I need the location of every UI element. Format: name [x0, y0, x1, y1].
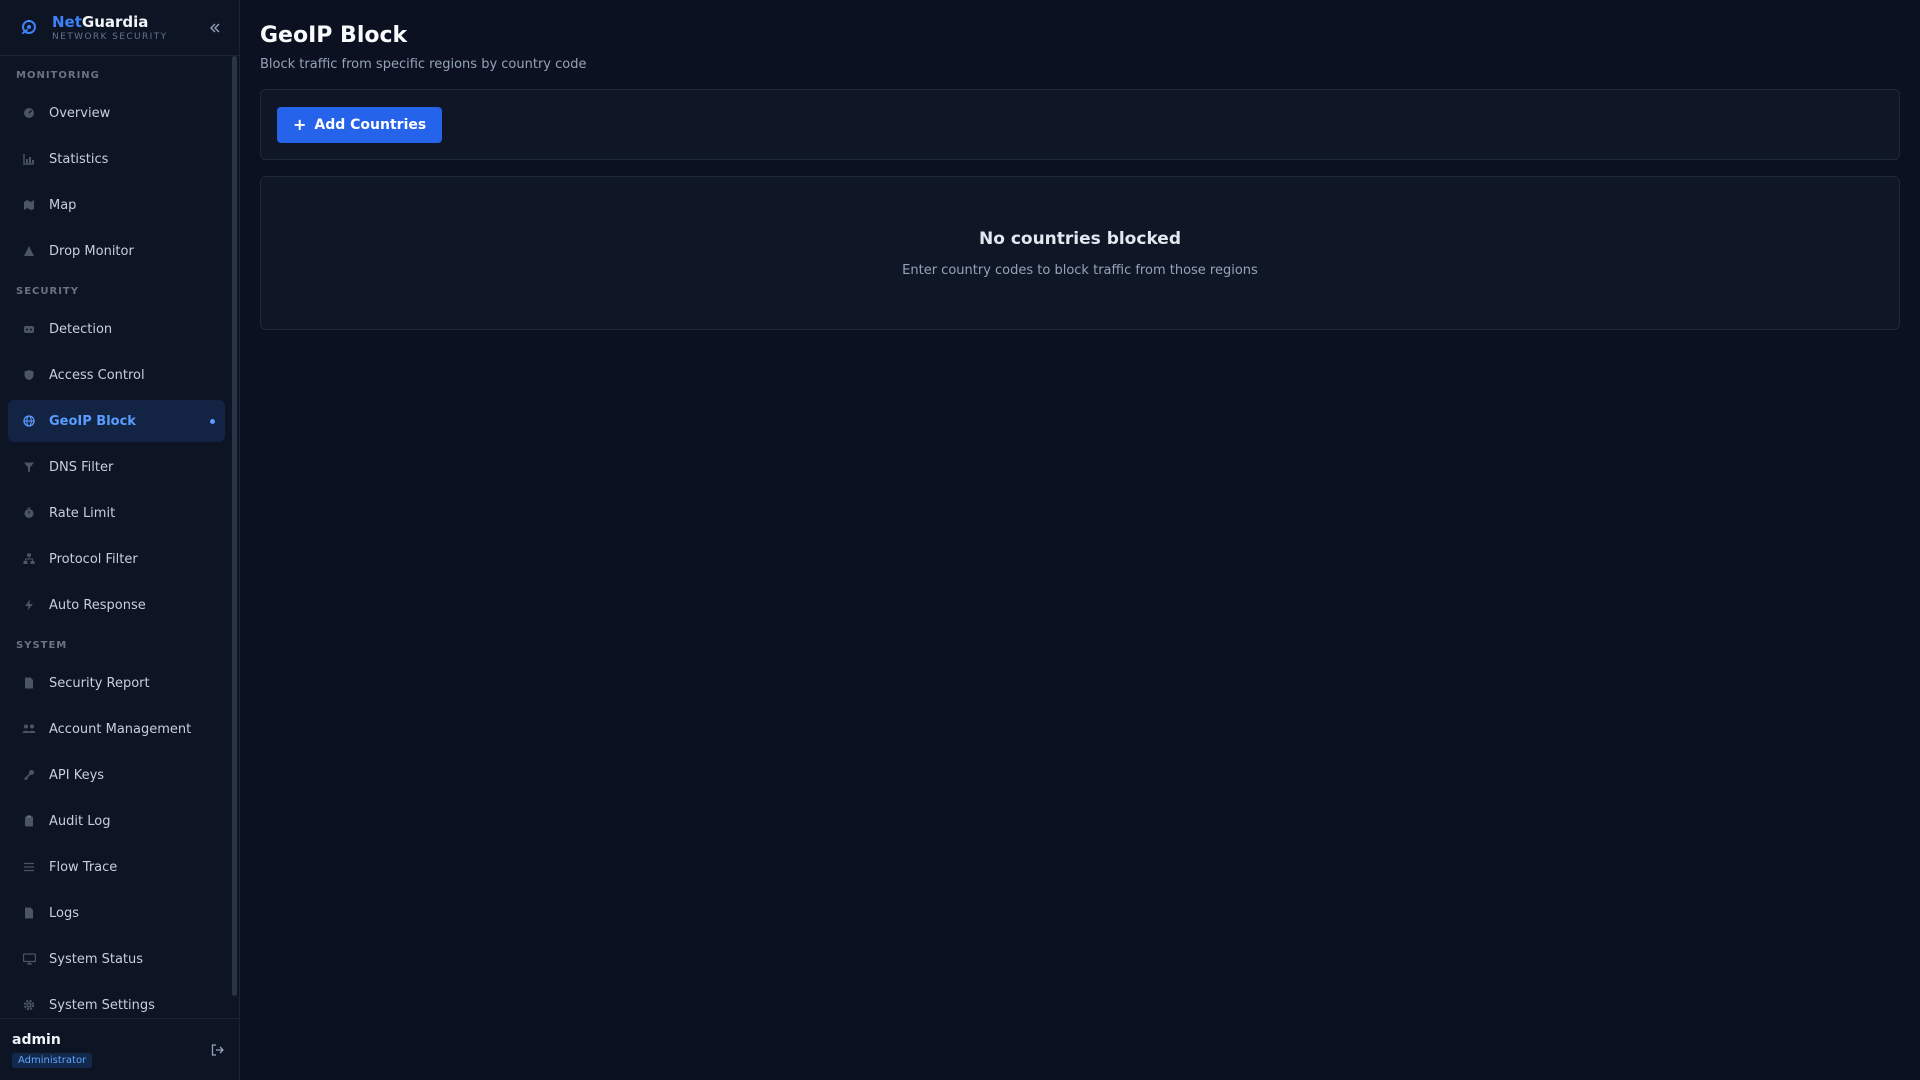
sidebar-item-access-control[interactable]: Access Control — [8, 354, 225, 396]
user-footer: admin Administrator — [0, 1018, 239, 1080]
sidebar-item-overview[interactable]: Overview — [8, 92, 225, 134]
sidebar-item-label: Security Report — [49, 675, 150, 691]
brand-text: NetGuardia NETWORK SECURITY — [52, 13, 205, 42]
sidebar-nav: MONITORING Overview Statistics Map Drop … — [0, 56, 239, 1018]
logout-button[interactable] — [207, 1040, 227, 1060]
lightning-icon — [22, 598, 36, 612]
sidebar-item-dns-filter[interactable]: DNS Filter — [8, 446, 225, 488]
users-icon — [22, 722, 36, 736]
bar-chart-icon — [22, 152, 36, 166]
page-title: GeoIP Block — [260, 23, 408, 48]
toolbar-card: + Add Countries — [260, 89, 1900, 160]
sidebar-item-drop-monitor[interactable]: Drop Monitor — [8, 230, 225, 272]
user-name: admin — [12, 1031, 61, 1048]
collapse-sidebar-button[interactable] — [205, 18, 225, 38]
main-content: GeoIP Block Block traffic from specific … — [240, 0, 1920, 1080]
sidebar-item-label: Drop Monitor — [49, 243, 134, 259]
brand-subtitle: NETWORK SECURITY — [52, 32, 168, 42]
brand-header: NetGuardia NETWORK SECURITY — [0, 0, 239, 56]
section-label-system: SYSTEM — [16, 640, 68, 651]
sidebar-item-label: Audit Log — [49, 813, 111, 829]
sidebar-item-api-keys[interactable]: API Keys — [8, 754, 225, 796]
page-subtitle: Block traffic from specific regions by c… — [260, 57, 587, 72]
sidebar-item-auto-response[interactable]: Auto Response — [8, 584, 225, 626]
sidebar-item-security-report[interactable]: Security Report — [8, 662, 225, 704]
sidebar-item-label: Map — [49, 197, 77, 213]
sidebar-item-label: API Keys — [49, 767, 105, 783]
map-icon — [22, 198, 36, 212]
filter-icon — [22, 460, 36, 474]
document-icon — [22, 676, 36, 690]
sidebar-item-statistics[interactable]: Statistics — [8, 138, 225, 180]
key-icon — [22, 768, 36, 782]
radar-icon — [22, 322, 36, 336]
monitor-icon — [22, 952, 36, 966]
add-countries-label: Add Countries — [314, 116, 427, 133]
gear-icon — [22, 998, 36, 1012]
file-icon — [22, 906, 36, 920]
active-indicator-dot — [210, 419, 215, 424]
globe-icon — [22, 414, 36, 428]
sidebar-item-label: Overview — [49, 105, 111, 121]
add-countries-button[interactable]: + Add Countries — [277, 106, 443, 143]
stopwatch-icon — [22, 506, 36, 520]
clipboard-icon — [22, 814, 36, 828]
sidebar-item-label: System Settings — [49, 997, 155, 1013]
sidebar-item-label: Account Management — [49, 721, 192, 737]
sidebar: NetGuardia NETWORK SECURITY MONITORING O… — [0, 0, 240, 1080]
sidebar-item-label: GeoIP Block — [49, 413, 136, 429]
shield-icon — [22, 368, 36, 382]
warning-icon — [22, 244, 36, 258]
plus-icon: + — [293, 114, 307, 134]
section-label-security: SECURITY — [16, 286, 79, 297]
sidebar-item-system-settings[interactable]: System Settings — [8, 984, 225, 1018]
sidebar-item-label: Statistics — [49, 151, 109, 167]
brand-name-net: Net — [52, 13, 82, 31]
sidebar-item-protocol-filter[interactable]: Protocol Filter — [8, 538, 225, 580]
empty-state-description: Enter country codes to block traffic fro… — [902, 262, 1258, 278]
sidebar-item-system-status[interactable]: System Status — [8, 938, 225, 980]
double-chevron-left-icon — [210, 23, 220, 32]
netguardia-logo-icon — [18, 17, 40, 39]
sidebar-scrollbar[interactable] — [232, 56, 237, 996]
sidebar-item-label: DNS Filter — [49, 459, 114, 475]
list-icon — [22, 860, 36, 874]
sidebar-item-geoip-block[interactable]: GeoIP Block — [8, 400, 225, 442]
sidebar-item-map[interactable]: Map — [8, 184, 225, 226]
app-root: NetGuardia NETWORK SECURITY MONITORING O… — [0, 0, 1920, 1080]
sidebar-item-flow-trace[interactable]: Flow Trace — [8, 846, 225, 888]
sidebar-item-detection[interactable]: Detection — [8, 308, 225, 350]
sidebar-item-logs[interactable]: Logs — [8, 892, 225, 934]
sidebar-item-label: Detection — [49, 321, 113, 337]
empty-state-card: No countries blocked Enter country codes… — [260, 176, 1900, 330]
sidebar-item-label: Auto Response — [49, 597, 146, 613]
sidebar-item-label: Logs — [49, 905, 79, 921]
empty-state-title: No countries blocked — [979, 228, 1181, 249]
logout-icon — [211, 1043, 224, 1056]
section-label-monitoring: MONITORING — [16, 70, 100, 81]
brand-name-guardia: Guardia — [81, 13, 149, 31]
sidebar-item-label: Protocol Filter — [49, 551, 138, 567]
brand-name: NetGuardia — [52, 13, 205, 31]
user-info: admin Administrator — [12, 1032, 207, 1068]
role-badge: Administrator — [12, 1052, 93, 1068]
sidebar-item-label: Flow Trace — [49, 859, 118, 875]
sidebar-item-label: Rate Limit — [49, 505, 116, 521]
sidebar-item-audit-log[interactable]: Audit Log — [8, 800, 225, 842]
sidebar-item-label: System Status — [49, 951, 144, 967]
gauge-icon — [22, 106, 36, 120]
sitemap-icon — [22, 552, 36, 566]
sidebar-item-rate-limit[interactable]: Rate Limit — [8, 492, 225, 534]
sidebar-item-account-management[interactable]: Account Management — [8, 708, 225, 750]
sidebar-item-label: Access Control — [49, 367, 145, 383]
